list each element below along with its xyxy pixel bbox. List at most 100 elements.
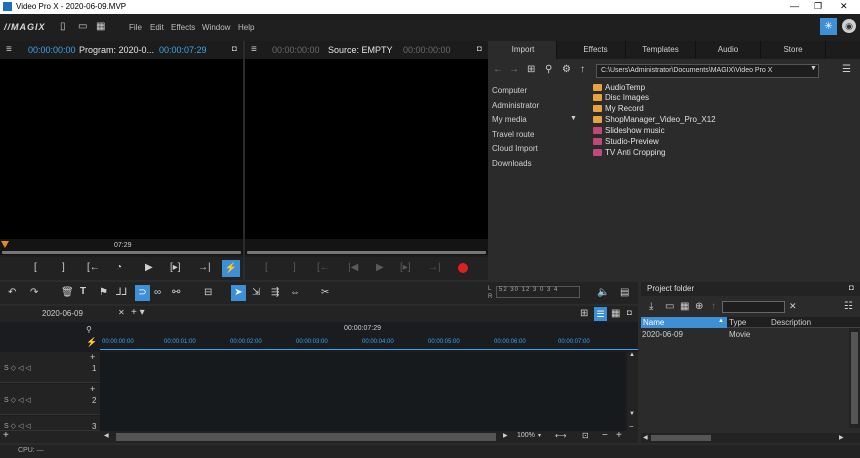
add-track-icon[interactable]: + — [90, 384, 95, 394]
tab-effects[interactable]: Effects — [566, 41, 626, 59]
split-icon[interactable]: ⅃⅃ — [116, 287, 127, 298]
track-area[interactable] — [100, 352, 625, 431]
sidebar-item-downloads[interactable]: Downloads — [492, 159, 532, 168]
forward-icon[interactable]: → — [509, 64, 519, 75]
add-tab-icon[interactable]: + ▾ — [131, 307, 145, 318]
back-icon[interactable]: ← — [493, 64, 503, 75]
minimize-button[interactable]: — — [790, 1, 799, 11]
horizontal-scrollbar[interactable] — [116, 433, 496, 441]
track-controls[interactable]: S ◇ ◁ ◁ — [4, 396, 31, 404]
tab-import[interactable]: Import — [490, 41, 557, 59]
folder-icon[interactable]: ▭ — [665, 301, 674, 312]
maximize-monitor-icon[interactable]: ◘ — [477, 44, 482, 53]
link-icon[interactable]: ∞ — [154, 287, 161, 298]
mark-out-button[interactable]: ] — [293, 262, 296, 273]
source-ruler[interactable] — [245, 239, 488, 255]
maximize-panel-icon[interactable]: ◘ — [849, 283, 854, 292]
h-scroll-thumb[interactable] — [651, 435, 711, 441]
view-options-icon[interactable]: ☷ — [844, 301, 853, 312]
file-item[interactable]: Studio-Preview — [605, 137, 659, 146]
go-to-out-button[interactable]: [▸] — [400, 262, 411, 273]
delete-icon[interactable]: 🗑 — [61, 287, 74, 298]
next-button[interactable]: →| — [198, 262, 211, 273]
scroll-right-icon[interactable]: ▶ — [839, 434, 844, 441]
storyboard-view-icon[interactable]: ⊞ — [580, 308, 588, 319]
file-item[interactable]: Slideshow music — [605, 126, 665, 135]
tree-view-icon[interactable]: ⊞ — [527, 64, 535, 75]
mark-in-button[interactable]: [ — [265, 262, 268, 273]
sidebar-item-cloud-import[interactable]: Cloud Import — [492, 144, 538, 153]
vertical-scrollbar[interactable]: ▲ ▼ − — [627, 352, 638, 431]
go-to-out-button[interactable]: [▸] — [170, 262, 181, 273]
gear-icon[interactable]: ⚙ — [562, 64, 571, 75]
lightning-button[interactable]: ⚡ — [222, 260, 240, 277]
snap-icon[interactable]: ⚡ — [86, 337, 97, 348]
tab-store[interactable]: Store — [761, 41, 826, 59]
close-button[interactable]: ✕ — [840, 1, 848, 12]
playhead-marker[interactable] — [1, 241, 9, 248]
progress-bar[interactable] — [247, 251, 486, 254]
path-field[interactable]: C:\Users\Administrator\Documents\MAGIX\V… — [596, 64, 819, 78]
up-folder-icon[interactable]: ↑ — [580, 64, 585, 75]
track-header-1[interactable]: S ◇ ◁ ◁ 1 + — [0, 352, 100, 383]
scroll-down-icon[interactable]: ▼ — [629, 411, 635, 417]
progress-bar[interactable] — [2, 251, 241, 254]
menu-file[interactable]: File — [129, 23, 142, 32]
add-track-icon[interactable]: + — [90, 352, 95, 362]
scroll-left-icon[interactable]: ◀ — [643, 434, 648, 441]
file-item[interactable]: ShopManager_Video_Pro_X12 — [605, 115, 716, 124]
menu-help[interactable]: Help — [238, 23, 254, 32]
project-hscrollbar[interactable]: ◀ ▶ — [641, 433, 860, 443]
track-controls[interactable]: S ◇ ◁ ◁ — [4, 422, 31, 430]
redo-icon[interactable]: ↷ — [30, 287, 38, 298]
close-tab-icon[interactable]: ✕ — [118, 308, 125, 317]
zoom-out-tracks-icon[interactable]: − — [629, 422, 634, 431]
scroll-up-icon[interactable]: ▲ — [629, 352, 635, 358]
table-row[interactable]: 2020-06-09 Movie — [641, 330, 860, 340]
search-icon[interactable]: ⚲ — [545, 64, 552, 75]
ripple-icon[interactable]: ⊃ — [135, 285, 150, 301]
file-item[interactable]: My Record — [605, 104, 644, 113]
scene-view-icon[interactable]: ▦ — [611, 308, 620, 319]
play-button[interactable]: ▶ — [145, 262, 153, 273]
maximize-button[interactable]: ❐ — [814, 1, 822, 12]
track-header-2[interactable]: S ◇ ◁ ◁ 2 + — [0, 384, 100, 415]
sidebar-item-computer[interactable]: Computer — [492, 86, 527, 95]
column-description[interactable]: Description — [771, 318, 811, 327]
fit-width-icon[interactable]: ⟷ — [555, 431, 566, 440]
go-to-in-button[interactable]: [← — [87, 262, 100, 273]
clear-search-icon[interactable]: ✕ — [789, 301, 797, 312]
play-button[interactable]: ▶ — [376, 262, 384, 273]
track-controls[interactable]: S ◇ ◁ ◁ — [4, 364, 31, 372]
file-item[interactable]: TV Anti Cropping — [605, 148, 665, 157]
performance-icon[interactable]: ✳ — [820, 18, 837, 35]
program-timecode-right[interactable]: 00:00:07:29 — [159, 45, 207, 55]
mixer-icon[interactable]: ▤ — [620, 287, 629, 298]
trim-tool-icon[interactable]: ⇶ — [271, 287, 279, 298]
maximize-timeline-icon[interactable]: ◘ — [627, 308, 632, 317]
scroll-left-icon[interactable]: ◀ — [104, 432, 109, 439]
timeline-tab[interactable]: 2020-06-09 — [42, 309, 83, 318]
text-icon[interactable]: T — [80, 286, 86, 297]
timeline-view-icon[interactable]: ☰ — [594, 307, 607, 321]
zoom-level[interactable]: 100% — [517, 432, 535, 439]
import-icon[interactable]: ⤓ — [649, 301, 653, 312]
track-settings-icon[interactable]: ⚲ — [86, 325, 92, 334]
zoom-out-icon[interactable]: − — [602, 430, 608, 441]
menu-icon[interactable]: ≡ — [6, 44, 12, 55]
save-icon[interactable]: ▦ — [680, 301, 689, 312]
next-button[interactable]: →| — [428, 262, 441, 273]
zoom-dropdown-icon[interactable]: ▾ — [538, 432, 541, 439]
chevron-down-icon[interactable]: ▼ — [570, 115, 577, 122]
zoom-in-icon[interactable]: + — [616, 430, 622, 441]
sidebar-item-my-media[interactable]: My media — [492, 115, 527, 124]
insert-icon[interactable]: ⊟ — [204, 287, 212, 298]
settings-icon[interactable]: ◉ — [842, 19, 856, 33]
source-timecode-left[interactable]: 00:00:00:00 — [272, 45, 320, 55]
menu-effects[interactable]: Effects — [171, 23, 195, 32]
open-folder-icon[interactable]: ▭ — [78, 21, 87, 32]
chevron-down-icon[interactable]: ▼ — [810, 65, 817, 72]
add-icon[interactable]: + — [3, 430, 9, 441]
go-to-in-button[interactable]: [← — [317, 262, 330, 273]
search-input[interactable] — [722, 301, 785, 313]
